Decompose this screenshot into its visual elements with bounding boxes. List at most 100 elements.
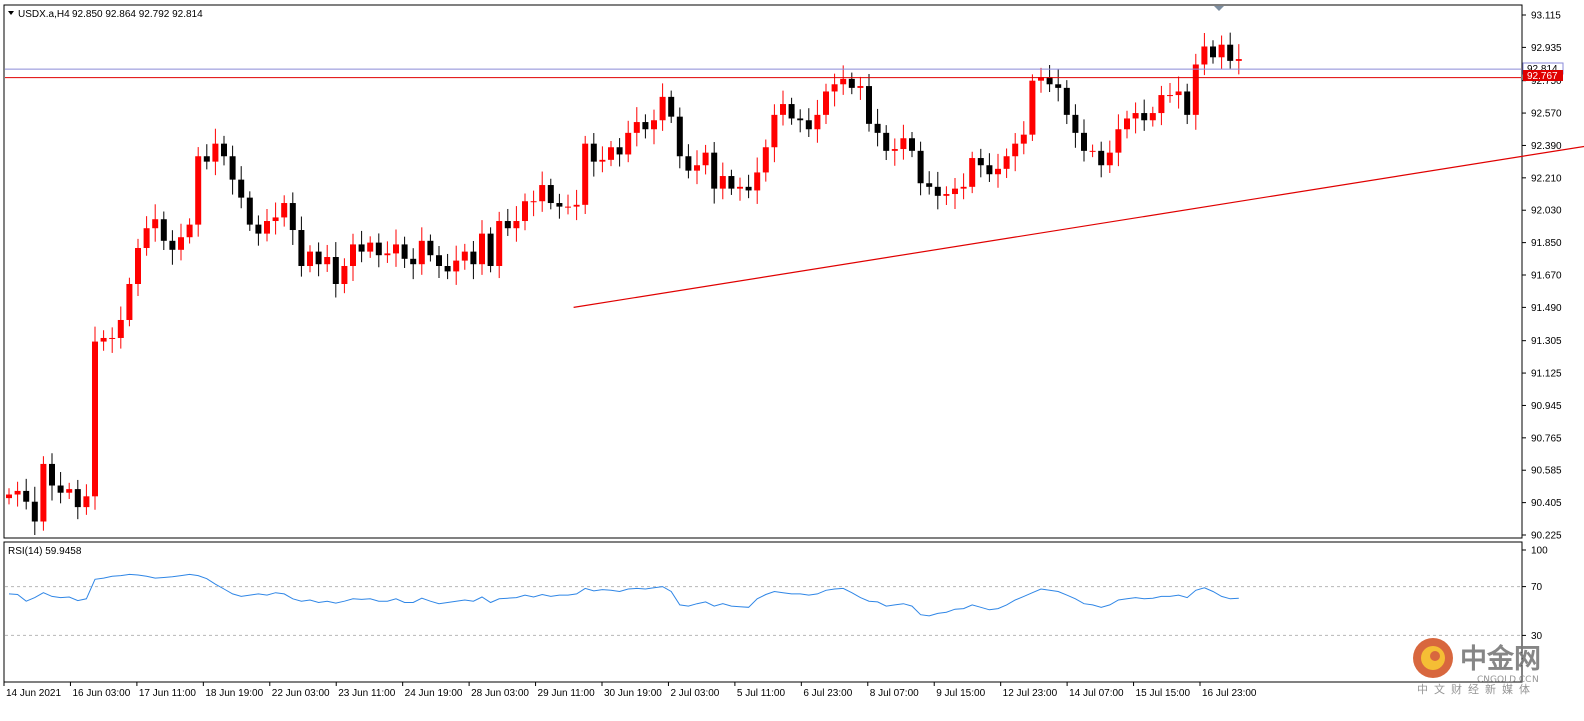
candle-up	[831, 84, 838, 92]
time-tick-label: 18 Jun 19:00	[205, 688, 263, 699]
candle-up	[1020, 134, 1027, 144]
price-tick-label: 91.490	[1531, 303, 1562, 314]
candle-up	[522, 201, 528, 222]
candle-up	[1089, 150, 1096, 152]
candle-up	[135, 248, 141, 284]
candle-down	[797, 118, 804, 121]
candle-down	[229, 156, 236, 180]
rsi-tick-label: 70	[1531, 582, 1543, 593]
candle-down	[874, 123, 881, 133]
candle-down	[547, 185, 554, 204]
candle-up	[341, 266, 348, 284]
price-tick-label: 92.210	[1531, 173, 1562, 184]
chart-root[interactable]: 93.115 92.935 92.750 92.570 92.390 92.210 92.0…	[0, 0, 1584, 716]
candle-up	[857, 86, 864, 88]
candle-up	[513, 221, 520, 229]
candle-down	[866, 86, 872, 124]
candle-up	[599, 159, 606, 162]
candle-up	[582, 143, 589, 205]
rsi-tick-label: 30	[1531, 631, 1543, 642]
candle-down	[788, 104, 795, 119]
price-tick-label: 91.305	[1531, 336, 1562, 347]
candle-up	[100, 337, 107, 342]
rsi-header: RSI(14) 59.9458	[8, 546, 82, 557]
price-tick-label: 92.030	[1531, 206, 1562, 217]
price-tick-label: 93.115	[1531, 11, 1561, 22]
price-tick-label: 90.225	[1531, 531, 1562, 542]
candle-up	[178, 237, 184, 250]
symbol-header: USDX.a,H4	[18, 9, 70, 20]
candle-up	[384, 253, 391, 256]
candle-up	[1235, 59, 1242, 61]
price-tick-label: 90.405	[1531, 498, 1562, 509]
candle-up	[1201, 46, 1208, 65]
time-tick-label: 30 Jun 19:00	[604, 688, 662, 699]
candle-up	[633, 122, 640, 133]
candle-down	[926, 183, 933, 187]
candle-down	[298, 230, 305, 267]
candle-up	[143, 228, 150, 249]
candle-down	[917, 150, 924, 184]
time-tick-label: 22 Jun 03:00	[272, 688, 330, 699]
price-tick-label: 90.765	[1531, 433, 1562, 444]
candle-up	[307, 251, 313, 267]
candle-down	[31, 501, 38, 522]
watermark-main: 中金网	[1460, 643, 1541, 675]
candle-up	[823, 91, 829, 115]
time-tick-label: 14 Jul 07:00	[1069, 688, 1124, 699]
candle-up	[152, 219, 159, 229]
candle-up	[1124, 118, 1130, 130]
candle-up	[479, 233, 485, 265]
candle-up	[1115, 129, 1122, 153]
candle-down	[642, 122, 649, 130]
candle-up	[1158, 95, 1165, 114]
candle-up	[453, 260, 460, 272]
candle-down	[685, 156, 692, 171]
candle-down	[246, 197, 253, 225]
candle-up	[264, 221, 270, 234]
candle-up	[496, 221, 503, 267]
candle-down	[1063, 87, 1070, 115]
candle-down	[203, 156, 210, 162]
candle-down	[1081, 132, 1087, 151]
price-tick-label: 90.945	[1531, 401, 1562, 412]
candle-down	[315, 251, 322, 265]
candle-down	[805, 120, 812, 130]
candle-up	[952, 188, 958, 195]
candle-up	[539, 185, 546, 202]
candle-up	[186, 224, 193, 238]
candle-up	[814, 114, 821, 130]
price-tick-label: 91.850	[1531, 238, 1562, 249]
watermark: 中金网 CNGOLD.CC N 中文财经新媒体	[1413, 638, 1541, 696]
price-tick-label: 92.935	[1531, 43, 1562, 54]
candle-up	[762, 147, 769, 173]
price-tick-label: 91.125	[1531, 369, 1562, 380]
candle-up	[625, 132, 632, 155]
time-tick-label: 6 Jul 23:00	[803, 688, 852, 699]
candle-down	[934, 186, 941, 196]
candle-up	[995, 168, 1001, 175]
time-tick-label: 16 Jul 23:00	[1202, 688, 1257, 699]
candle-down	[883, 132, 890, 151]
candle-up	[350, 244, 356, 267]
time-tick-label: 17 Jun 11:00	[139, 688, 197, 699]
time-tick-label: 12 Jul 23:00	[1003, 688, 1058, 699]
candle-down	[556, 203, 563, 207]
time-tick-label: 5 Jul 11:00	[737, 688, 786, 699]
candle-up	[771, 114, 778, 148]
time-tick-label: 16 Jun 03:00	[72, 688, 130, 699]
candle-up	[1106, 152, 1113, 166]
candle-down	[711, 152, 718, 189]
price-chart-svg[interactable]: 93.11592.93592.75092.57092.39092.21092.0…	[0, 0, 1584, 716]
candle-up	[969, 158, 976, 187]
candle-up	[212, 143, 219, 162]
candle-down	[668, 96, 675, 117]
candle-up	[659, 96, 666, 121]
candle-up	[324, 257, 331, 265]
candle-up	[92, 341, 98, 497]
candle-up	[1218, 44, 1225, 58]
candle-down	[676, 116, 683, 157]
candle-up	[694, 165, 700, 171]
time-tick-label: 24 Jun 19:00	[405, 688, 463, 699]
candle-down	[358, 244, 365, 252]
